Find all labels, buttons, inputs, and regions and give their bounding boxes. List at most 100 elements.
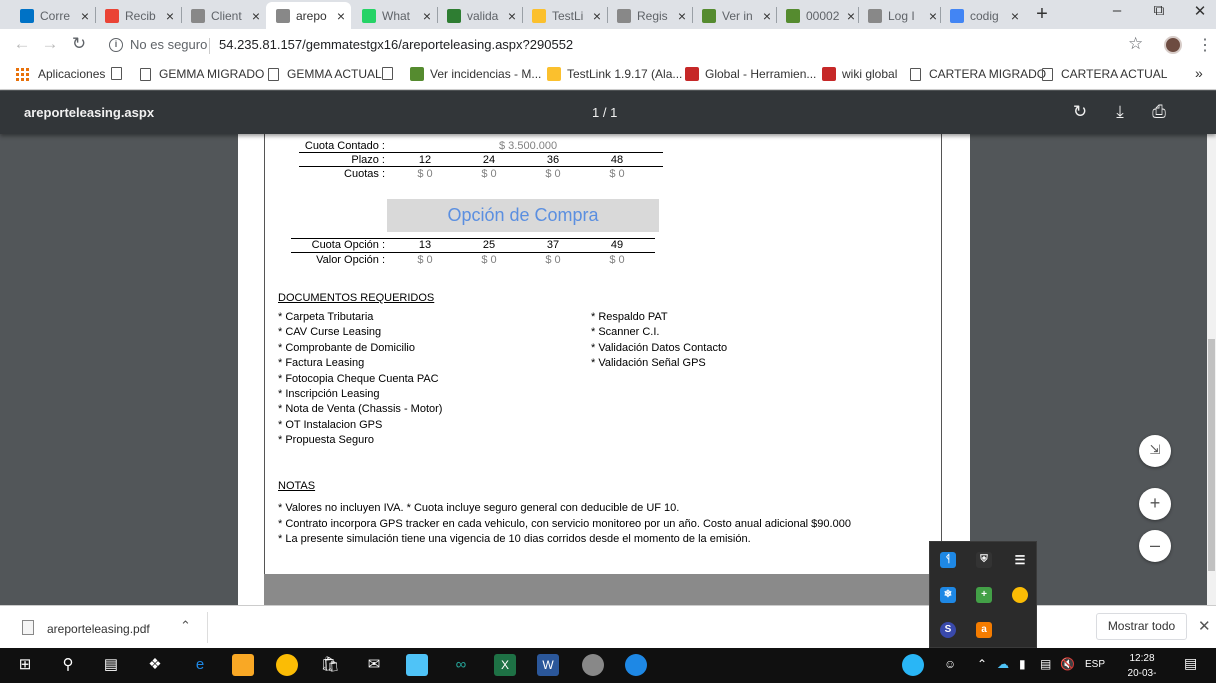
word-icon[interactable]: W bbox=[537, 654, 559, 676]
chrome-icon[interactable] bbox=[1012, 587, 1028, 603]
bookmark-7[interactable]: Global - Herramien... bbox=[685, 67, 816, 81]
notifications-icon[interactable]: ▤ bbox=[1184, 655, 1197, 672]
mail-icon[interactable]: ✉ bbox=[363, 654, 385, 676]
bluetooth-icon[interactable]: ᛩ bbox=[940, 552, 956, 568]
reload-button[interactable]: ↻ bbox=[67, 34, 91, 54]
tab-7[interactable]: Regis × bbox=[607, 2, 692, 29]
tab-10[interactable]: Log I × bbox=[858, 2, 943, 29]
chevron-up-tray-icon[interactable]: ⌃ bbox=[977, 657, 987, 671]
blue-app-icon[interactable] bbox=[625, 654, 647, 676]
avast-icon[interactable]: a bbox=[976, 622, 992, 638]
close-tab-icon[interactable]: × bbox=[678, 8, 686, 24]
zoom-out-icon[interactable]: – bbox=[1139, 530, 1171, 562]
close-icon[interactable]: ✕ bbox=[1198, 617, 1211, 635]
network-icon[interactable]: ☰ bbox=[1012, 552, 1028, 568]
close-tab-icon[interactable]: × bbox=[1011, 8, 1019, 24]
menu-kebab-icon[interactable]: ⋮ bbox=[1197, 35, 1213, 55]
fit-page-icon[interactable]: ⇲ bbox=[1139, 435, 1171, 467]
close-tab-icon[interactable]: × bbox=[166, 8, 174, 24]
new-tab-button[interactable]: + bbox=[1032, 3, 1052, 26]
tab-4[interactable]: What × bbox=[352, 2, 437, 29]
close-tab-icon[interactable]: × bbox=[763, 8, 771, 24]
close-tab-icon[interactable]: × bbox=[508, 8, 516, 24]
dropbox-icon[interactable]: ❖ bbox=[144, 654, 166, 676]
profile-avatar[interactable] bbox=[1164, 36, 1182, 54]
tab-6[interactable]: TestLi × bbox=[522, 2, 607, 29]
people-icon[interactable]: ☺ bbox=[944, 657, 956, 671]
bookmark-4[interactable] bbox=[382, 67, 401, 80]
chevron-up-icon[interactable]: ⌃ bbox=[180, 618, 191, 634]
bookmark-label[interactable]: GEMMA MIGRADO bbox=[159, 67, 264, 81]
update-icon[interactable] bbox=[902, 654, 924, 676]
bookmark-3[interactable]: GEMMA ACTUAL bbox=[268, 67, 382, 81]
bookmark-6[interactable]: TestLink 1.9.17 (Ala... bbox=[547, 67, 682, 81]
maximize-button[interactable]: ⧉ bbox=[1139, 2, 1179, 19]
insecure-label[interactable]: No es seguro bbox=[130, 37, 207, 52]
show-all-button[interactable]: Mostrar todo bbox=[1096, 613, 1187, 640]
forward-button[interactable]: → bbox=[38, 34, 62, 54]
bookmark-2[interactable]: GEMMA MIGRADO bbox=[140, 67, 264, 81]
bookmark-10[interactable]: CARTERA ACTUAL bbox=[1042, 67, 1167, 81]
bookmark-label[interactable]: Ver incidencias - M... bbox=[430, 67, 541, 81]
close-tab-icon[interactable]: × bbox=[81, 8, 89, 24]
volume-muted-icon[interactable]: 🔇 bbox=[1060, 657, 1075, 671]
zoom-in-icon[interactable]: + bbox=[1139, 488, 1171, 520]
url-field[interactable]: 54.235.81.157/gemmatestgx16/areporteleas… bbox=[219, 37, 573, 52]
tab-11[interactable]: codig × bbox=[940, 2, 1025, 29]
network-tray-icon[interactable]: ▤ bbox=[1040, 657, 1051, 671]
tab-3[interactable]: arepo × bbox=[266, 2, 351, 29]
bookmark-label[interactable]: Aplicaciones bbox=[38, 67, 105, 81]
language-indicator[interactable]: ESP bbox=[1085, 659, 1105, 670]
battery-icon[interactable]: ▮ bbox=[1019, 657, 1026, 671]
tab-2[interactable]: Client × bbox=[181, 2, 266, 29]
info-icon[interactable]: i bbox=[109, 38, 123, 52]
bookmark-label[interactable]: GEMMA ACTUAL bbox=[287, 67, 382, 81]
bookmark-label[interactable]: CARTERA MIGRADO bbox=[929, 67, 1046, 81]
close-tab-icon[interactable]: × bbox=[847, 8, 855, 24]
tab-5[interactable]: valida × bbox=[437, 2, 522, 29]
windows-start-icon[interactable]: ⊞ bbox=[14, 654, 36, 676]
bookmark-8[interactable]: wiki global bbox=[822, 67, 897, 81]
bookmark-5[interactable]: Ver incidencias - M... bbox=[410, 67, 541, 81]
blue-swirl-icon[interactable]: S bbox=[940, 622, 956, 638]
bookmark-1[interactable] bbox=[111, 67, 130, 80]
arduino-icon[interactable]: ∞ bbox=[450, 654, 472, 676]
close-window-button[interactable]: ✕ bbox=[1180, 2, 1216, 20]
close-tab-icon[interactable]: × bbox=[593, 8, 601, 24]
excel-icon[interactable]: X bbox=[494, 654, 516, 676]
tab-9[interactable]: 00002 × bbox=[776, 2, 861, 29]
bookmark-star-icon[interactable]: ☆ bbox=[1128, 34, 1143, 54]
green-app-icon[interactable]: + bbox=[976, 587, 992, 603]
bookmark-9[interactable]: CARTERA MIGRADO bbox=[910, 67, 1046, 81]
close-tab-icon[interactable]: × bbox=[423, 8, 431, 24]
tab-8[interactable]: Ver in × bbox=[692, 2, 777, 29]
rotate-icon[interactable]: ↻ bbox=[1068, 102, 1092, 122]
bookmark-label[interactable]: wiki global bbox=[842, 67, 897, 81]
tab-1[interactable]: Recib × bbox=[95, 2, 180, 29]
task-view-icon[interactable]: ▤ bbox=[100, 654, 122, 676]
close-tab-icon[interactable]: × bbox=[252, 8, 260, 24]
scrollbar[interactable] bbox=[1207, 134, 1216, 605]
bookmark-label[interactable]: TestLink 1.9.17 (Ala... bbox=[567, 67, 682, 81]
close-tab-icon[interactable]: × bbox=[929, 8, 937, 24]
minimize-button[interactable]: – bbox=[1097, 2, 1137, 19]
shield-icon[interactable]: ⛨ bbox=[976, 552, 992, 568]
back-button[interactable]: ← bbox=[10, 34, 34, 54]
tab-0[interactable]: Corre × bbox=[10, 2, 95, 29]
onedrive-icon[interactable]: ☁ bbox=[997, 657, 1009, 671]
snowflake-icon[interactable]: ❄ bbox=[940, 587, 956, 603]
bookmark-label[interactable]: CARTERA ACTUAL bbox=[1061, 67, 1167, 81]
clock[interactable]: 12:28 20-03-2019 bbox=[1117, 651, 1167, 683]
store-icon[interactable]: 🛍 bbox=[319, 654, 341, 676]
close-tab-icon[interactable]: × bbox=[337, 8, 345, 24]
more-bookmarks-icon[interactable]: » bbox=[1195, 65, 1203, 81]
download-filename[interactable]: areporteleasing.pdf bbox=[47, 622, 150, 636]
download-icon[interactable]: ⤓ bbox=[1108, 102, 1132, 122]
chrome-taskbar-icon[interactable] bbox=[276, 654, 298, 676]
scroll-thumb[interactable] bbox=[1208, 339, 1215, 571]
vm-app-icon[interactable] bbox=[406, 654, 428, 676]
app-sphere-icon[interactable] bbox=[582, 654, 604, 676]
print-icon[interactable]: ⎙ bbox=[1147, 102, 1171, 122]
document-viewport[interactable]: Cuota Contado : $ 3.500.000 Plazo : 12 24… bbox=[0, 134, 1216, 605]
edge-icon[interactable]: e bbox=[189, 654, 211, 676]
